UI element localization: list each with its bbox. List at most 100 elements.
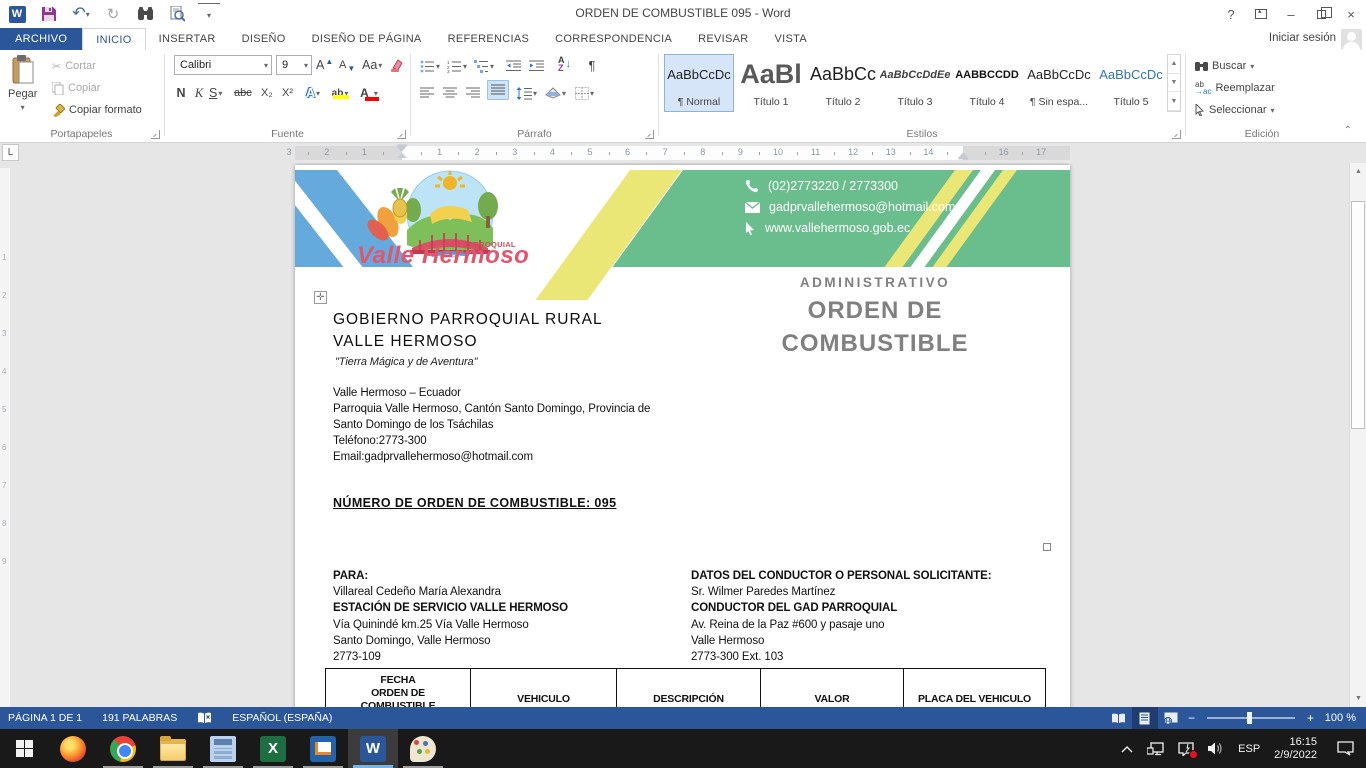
- table-move-handle[interactable]: ✛: [314, 291, 327, 304]
- copy-button[interactable]: Copiar: [52, 78, 100, 98]
- tab-referencias[interactable]: REFERENCIAS: [435, 28, 543, 50]
- zoom-out-button[interactable]: −: [1184, 711, 1199, 725]
- taskbar-excel[interactable]: X: [248, 729, 298, 768]
- line-spacing-button[interactable]: ▾: [516, 82, 537, 104]
- tray-language[interactable]: ESP: [1238, 743, 1260, 755]
- show-hide-pilcrow-button[interactable]: ¶: [584, 54, 600, 76]
- right-indent-marker[interactable]: [958, 153, 968, 159]
- web-layout-button[interactable]: [1158, 707, 1184, 729]
- proofing-status-icon[interactable]: [197, 712, 212, 725]
- print-layout-button[interactable]: [1132, 707, 1158, 729]
- style-titulo-3[interactable]: AaBbCcDdEe Título 3: [880, 54, 950, 112]
- styles-dialog-launcher[interactable]: [1172, 130, 1181, 139]
- align-right-button[interactable]: [466, 82, 480, 104]
- user-avatar[interactable]: [1341, 29, 1362, 50]
- bullets-button[interactable]: ▾: [420, 55, 440, 77]
- help-button[interactable]: ?: [1216, 0, 1246, 28]
- align-left-button[interactable]: [420, 82, 434, 104]
- close-button[interactable]: ×: [1336, 0, 1366, 28]
- tab-diseno-de-pagina[interactable]: DISEÑO DE PÁGINA: [299, 28, 435, 50]
- vertical-scrollbar[interactable]: ▲ ▼: [1349, 163, 1366, 707]
- font-family-combobox[interactable]: Calibri▾: [174, 55, 272, 75]
- first-line-indent-marker[interactable]: [397, 145, 407, 151]
- ribbon-display-options-button[interactable]: [1246, 0, 1276, 28]
- action-center-icon[interactable]: [1178, 742, 1194, 756]
- change-case-button[interactable]: Aa▾: [362, 54, 382, 76]
- styles-more-icon[interactable]: ▼: [1168, 92, 1180, 111]
- zoom-level[interactable]: 100 %: [1318, 712, 1366, 724]
- taskbar-chrome[interactable]: [98, 729, 148, 768]
- replace-button[interactable]: ab→ac Reemplazar: [1195, 78, 1275, 98]
- taskbar-firefox[interactable]: [48, 729, 98, 768]
- strikethrough-button[interactable]: abc: [234, 82, 252, 104]
- style-titulo-1[interactable]: AaBl Título 1: [736, 54, 806, 112]
- tab-vista[interactable]: VISTA: [762, 28, 820, 50]
- document-page[interactable]: Valle Hermoso GAD PARROQUIAL (02)2773220…: [295, 165, 1070, 707]
- align-center-button[interactable]: [443, 82, 457, 104]
- network-icon[interactable]: [1147, 742, 1164, 756]
- styles-gallery-scrollbar[interactable]: ▲ ▼ ▼: [1167, 54, 1181, 112]
- paragraph-dialog-launcher[interactable]: [645, 130, 654, 139]
- taskbar-powerpoint[interactable]: [298, 729, 348, 768]
- language-indicator[interactable]: ESPAÑOL (ESPAÑA): [232, 712, 332, 724]
- scrollbar-thumb[interactable]: [1351, 201, 1365, 429]
- decrease-indent-button[interactable]: [506, 55, 521, 77]
- style-sin-espaciado[interactable]: AaBbCcDc ¶ Sin espa...: [1024, 54, 1094, 112]
- tray-chevron-up-icon[interactable]: [1121, 745, 1133, 753]
- styles-scroll-up-icon[interactable]: ▲: [1168, 55, 1180, 74]
- document-area[interactable]: 123 456 789: [0, 163, 1366, 707]
- start-button[interactable]: [0, 729, 48, 768]
- tab-inicio[interactable]: INICIO: [82, 28, 145, 50]
- underline-button[interactable]: S▾: [209, 82, 222, 104]
- font-size-combobox[interactable]: 9▾: [276, 55, 312, 75]
- style-titulo-2[interactable]: AaBbCc Título 2: [808, 54, 878, 112]
- page-indicator[interactable]: PÁGINA 1 DE 1: [8, 712, 82, 724]
- word-count[interactable]: 191 PALABRAS: [102, 712, 177, 724]
- collapse-ribbon-icon[interactable]: ⌃: [1344, 125, 1352, 136]
- hanging-indent-marker[interactable]: [397, 153, 407, 158]
- taskbar-calculator[interactable]: [198, 729, 248, 768]
- multilevel-list-button[interactable]: ▾: [474, 55, 494, 77]
- styles-scroll-down-icon[interactable]: ▼: [1168, 74, 1180, 93]
- read-mode-button[interactable]: [1106, 707, 1132, 729]
- select-button[interactable]: Seleccionar▾: [1195, 100, 1275, 120]
- zoom-slider-handle[interactable]: [1247, 712, 1252, 724]
- tray-clock[interactable]: 16:15 2/9/2022: [1274, 736, 1317, 762]
- font-color-button[interactable]: A▾: [362, 82, 376, 104]
- numbering-button[interactable]: 123▾: [447, 55, 467, 77]
- cut-button[interactable]: ✂ Cortar: [52, 56, 96, 76]
- scroll-down-icon[interactable]: ▼: [1350, 690, 1366, 707]
- clear-formatting-button[interactable]: [390, 54, 404, 76]
- speaker-icon[interactable]: [1208, 742, 1224, 755]
- scroll-up-icon[interactable]: ▲: [1350, 163, 1366, 180]
- taskbar-paint[interactable]: [398, 729, 448, 768]
- zoom-slider[interactable]: [1207, 717, 1295, 719]
- sort-button[interactable]: AZ↓: [558, 53, 571, 75]
- paste-button[interactable]: Pegar ▾: [8, 55, 37, 112]
- shrink-font-button[interactable]: A▼: [339, 54, 355, 76]
- tab-insertar[interactable]: INSERTAR: [146, 28, 229, 50]
- text-highlight-button[interactable]: ab▾: [332, 82, 348, 104]
- clipboard-dialog-launcher[interactable]: [151, 130, 160, 139]
- subscript-button[interactable]: X₂: [261, 82, 273, 104]
- taskbar-file-explorer[interactable]: [148, 729, 198, 768]
- minimize-button[interactable]: –: [1276, 0, 1306, 28]
- bold-button[interactable]: N: [174, 82, 188, 104]
- borders-button[interactable]: ▾: [575, 82, 594, 104]
- tab-revisar[interactable]: REVISAR: [685, 28, 761, 50]
- style-normal[interactable]: AaBbCcDc ¶ Normal: [664, 54, 734, 112]
- restore-button[interactable]: [1306, 0, 1336, 28]
- superscript-button[interactable]: X²: [282, 82, 293, 104]
- notification-center-icon[interactable]: [1337, 741, 1354, 756]
- text-effects-button[interactable]: A▾: [306, 82, 320, 104]
- fuel-order-table[interactable]: FECHA ORDEN DE COMBUSTIBLE VEHICULO DESC…: [325, 668, 1046, 707]
- font-dialog-launcher[interactable]: [397, 130, 406, 139]
- shading-button[interactable]: ▾: [545, 82, 566, 104]
- sign-in-link[interactable]: Iniciar sesión: [1269, 32, 1336, 44]
- tab-correspondencia[interactable]: CORRESPONDENCIA: [542, 28, 685, 50]
- justify-button[interactable]: [487, 80, 509, 100]
- style-titulo-5[interactable]: AaBbCcDc Título 5: [1096, 54, 1166, 112]
- tab-archivo[interactable]: ARCHIVO: [0, 28, 82, 50]
- paste-dropdown-caret[interactable]: ▾: [21, 103, 25, 112]
- italic-button[interactable]: K: [193, 82, 205, 104]
